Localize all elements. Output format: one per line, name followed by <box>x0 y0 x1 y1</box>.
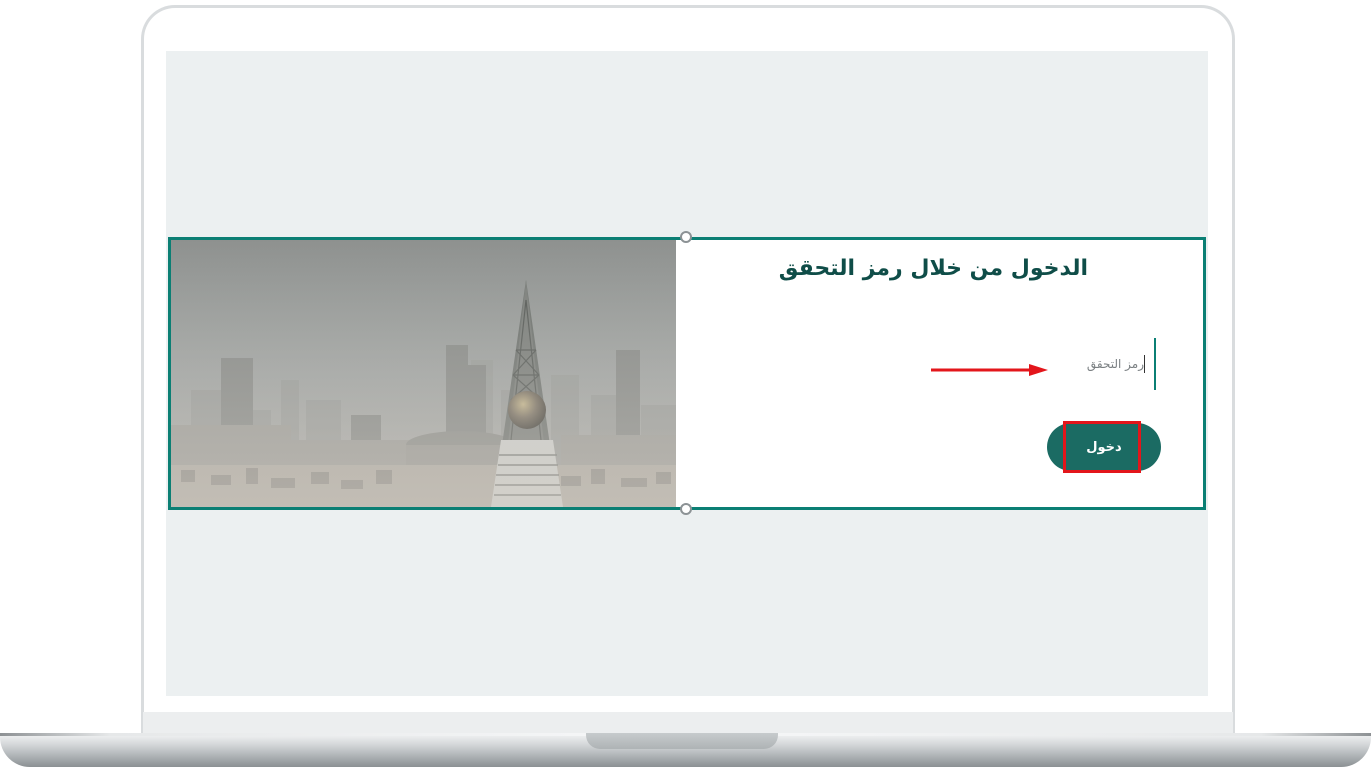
page-title: الدخول من خلال رمز التحقق <box>778 256 1088 281</box>
resize-handle-top <box>680 231 692 243</box>
login-button[interactable]: دخول <box>1047 423 1161 471</box>
laptop-lid-bottom-bezel <box>143 712 1233 734</box>
laptop-notch <box>586 733 778 749</box>
otp-input[interactable] <box>984 352 1144 376</box>
hero-image <box>171 240 676 507</box>
laptop-mockup: الدخول من خلال رمز التحقق دخول <box>0 0 1371 773</box>
login-form: الدخول من خلال رمز التحقق دخول <box>676 240 1203 507</box>
otp-field <box>976 338 1156 390</box>
login-card: الدخول من خلال رمز التحقق دخول <box>168 237 1206 510</box>
resize-handle-bottom <box>680 503 692 515</box>
laptop-screen: الدخول من خلال رمز التحقق دخول <box>166 51 1208 696</box>
login-button-label: دخول <box>1086 439 1122 455</box>
text-caret <box>1144 355 1145 373</box>
riyadh-skyline-image <box>171 240 676 507</box>
